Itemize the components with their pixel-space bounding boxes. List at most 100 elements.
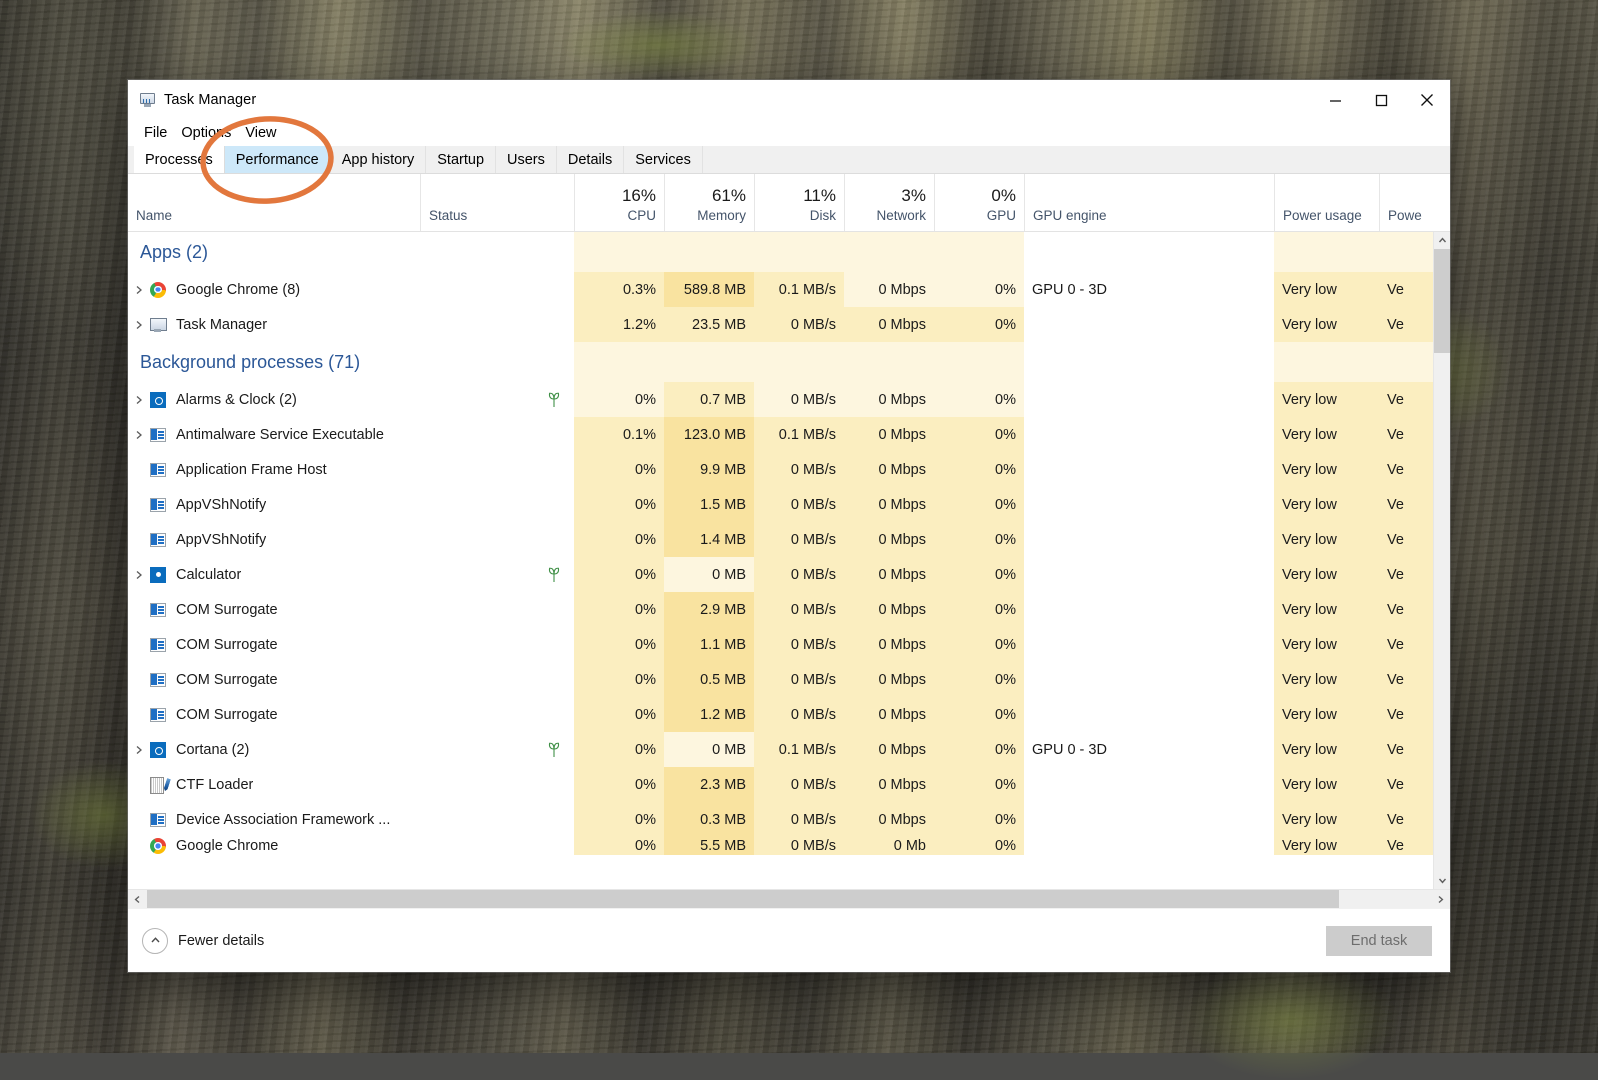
expand-chevron-icon[interactable] <box>128 395 150 405</box>
column-header-powe[interactable]: Powe <box>1379 174 1469 231</box>
process-name-cell[interactable]: Calculator <box>128 557 420 592</box>
process-power-usage-cell: Very low <box>1274 767 1379 802</box>
table-row[interactable]: Alarms & Clock (2)0%0.7 MB0 MB/s0 Mbps0%… <box>128 382 1433 417</box>
minimize-button[interactable] <box>1312 80 1358 120</box>
close-button[interactable] <box>1404 80 1450 120</box>
horizontal-scroll-thumb[interactable] <box>147 890 1339 908</box>
tab-processes[interactable]: Processes <box>134 146 225 173</box>
process-name-cell[interactable]: COM Surrogate <box>128 662 420 697</box>
table-row[interactable]: Device Association Framework ...0%0.3 MB… <box>128 802 1433 837</box>
process-name-cell[interactable]: Alarms & Clock (2) <box>128 382 420 417</box>
generic-app-icon <box>150 602 166 618</box>
process-network-cell: 0 Mbps <box>844 662 934 697</box>
column-header-disk[interactable]: 11%Disk <box>754 174 844 231</box>
column-header-network[interactable]: 3%Network <box>844 174 934 231</box>
tab-performance[interactable]: Performance <box>225 146 331 173</box>
process-memory-cell: 5.5 MB <box>664 837 754 855</box>
column-header-name[interactable]: Name <box>128 174 420 231</box>
process-memory-cell: 1.2 MB <box>664 697 754 732</box>
process-name-cell[interactable]: Antimalware Service Executable <box>128 417 420 452</box>
process-name-cell[interactable]: COM Surrogate <box>128 627 420 662</box>
process-name-label: Task Manager <box>176 317 267 333</box>
table-row[interactable]: CTF Loader0%2.3 MB0 MB/s0 Mbps0%Very low… <box>128 767 1433 802</box>
menu-options[interactable]: Options <box>175 123 237 143</box>
expand-chevron-icon[interactable] <box>128 430 150 440</box>
column-header-status[interactable]: Status <box>420 174 574 231</box>
process-name-label: Antimalware Service Executable <box>176 427 384 443</box>
process-name-cell[interactable]: CTF Loader <box>128 767 420 802</box>
process-gpu-engine-cell <box>1024 307 1274 342</box>
process-name-cell[interactable]: Application Frame Host <box>128 452 420 487</box>
column-header-gpu-engine[interactable]: GPU engine <box>1024 174 1274 231</box>
column-header-gpu[interactable]: 0%GPU <box>934 174 1024 231</box>
process-name-cell[interactable]: Device Association Framework ... <box>128 802 420 837</box>
process-name-cell[interactable]: Google Chrome (8) <box>128 272 420 307</box>
vertical-scroll-track[interactable] <box>1434 249 1450 872</box>
column-header-power-usage[interactable]: Power usage <box>1274 174 1379 231</box>
tab-app-history[interactable]: App history <box>331 146 427 173</box>
scroll-left-icon[interactable] <box>128 890 147 908</box>
process-name-cell[interactable]: AppVShNotify <box>128 487 420 522</box>
group-title: Background processes (71) <box>128 342 574 382</box>
process-cpu-cell: 0% <box>574 732 664 767</box>
tab-details[interactable]: Details <box>557 146 624 173</box>
table-row[interactable]: Application Frame Host0%9.9 MB0 MB/s0 Mb… <box>128 452 1433 487</box>
process-name-cell[interactable]: COM Surrogate <box>128 592 420 627</box>
process-name-label: COM Surrogate <box>176 672 278 688</box>
expand-chevron-icon[interactable] <box>128 320 150 330</box>
column-header-cpu[interactable]: 16%CPU <box>574 174 664 231</box>
horizontal-scroll-track[interactable] <box>147 890 1431 908</box>
table-row[interactable]: Calculator0%0 MB0 MB/s0 Mbps0%Very lowVe <box>128 557 1433 592</box>
vertical-scroll-thumb[interactable] <box>1434 249 1450 353</box>
process-name-cell[interactable]: Task Manager <box>128 307 420 342</box>
scroll-up-icon[interactable] <box>1434 232 1450 249</box>
process-name-cell[interactable]: Google Chrome <box>128 837 420 855</box>
table-row[interactable]: COM Surrogate0%0.5 MB0 MB/s0 Mbps0%Very … <box>128 662 1433 697</box>
process-network-cell: 0 Mbps <box>844 732 934 767</box>
process-power-trend-cell: Ve <box>1379 837 1433 855</box>
expand-chevron-icon[interactable] <box>128 285 150 295</box>
table-row[interactable]: COM Surrogate0%1.1 MB0 MB/s0 Mbps0%Very … <box>128 627 1433 662</box>
table-row[interactable]: AppVShNotify0%1.4 MB0 MB/s0 Mbps0%Very l… <box>128 522 1433 557</box>
column-label: Network <box>876 208 926 224</box>
table-row[interactable]: Google Chrome0%5.5 MB0 MB/s0 Mb0%Very lo… <box>128 837 1433 855</box>
column-header-memory[interactable]: 61%Memory <box>664 174 754 231</box>
maximize-button[interactable] <box>1358 80 1404 120</box>
expand-chevron-icon[interactable] <box>128 745 150 755</box>
table-row[interactable]: COM Surrogate0%2.9 MB0 MB/s0 Mbps0%Very … <box>128 592 1433 627</box>
process-name-cell[interactable]: COM Surrogate <box>128 697 420 732</box>
process-name-cell[interactable]: AppVShNotify <box>128 522 420 557</box>
vertical-scrollbar[interactable] <box>1433 232 1450 889</box>
process-memory-cell: 23.5 MB <box>664 307 754 342</box>
column-label: Powe <box>1388 208 1461 224</box>
column-label: Power usage <box>1283 208 1371 224</box>
process-memory-cell: 0.7 MB <box>664 382 754 417</box>
process-name-cell[interactable]: Cortana (2) <box>128 732 420 767</box>
tab-startup[interactable]: Startup <box>426 146 496 173</box>
menu-file[interactable]: File <box>138 123 173 143</box>
process-gpu-engine-cell <box>1024 417 1274 452</box>
table-row[interactable]: COM Surrogate0%1.2 MB0 MB/s0 Mbps0%Very … <box>128 697 1433 732</box>
horizontal-scrollbar[interactable] <box>128 889 1450 908</box>
fewer-details-button[interactable]: Fewer details <box>142 928 264 954</box>
end-task-button[interactable]: End task <box>1326 926 1432 956</box>
process-disk-cell: 0 MB/s <box>754 452 844 487</box>
process-status-cell <box>420 697 574 732</box>
table-row[interactable]: Task Manager1.2%23.5 MB0 MB/s0 Mbps0%Ver… <box>128 307 1433 342</box>
fewer-details-label: Fewer details <box>178 933 264 949</box>
scroll-right-icon[interactable] <box>1431 890 1450 908</box>
process-memory-cell: 1.5 MB <box>664 487 754 522</box>
table-row[interactable]: Antimalware Service Executable0.1%123.0 … <box>128 417 1433 452</box>
column-label: Memory <box>697 208 746 224</box>
table-row[interactable]: AppVShNotify0%1.5 MB0 MB/s0 Mbps0%Very l… <box>128 487 1433 522</box>
tab-users[interactable]: Users <box>496 146 557 173</box>
table-row[interactable]: Google Chrome (8)0.3%589.8 MB0.1 MB/s0 M… <box>128 272 1433 307</box>
table-row[interactable]: Cortana (2)0%0 MB0.1 MB/s0 Mbps0%GPU 0 -… <box>128 732 1433 767</box>
tab-services[interactable]: Services <box>624 146 703 173</box>
group-power-cell <box>1274 232 1379 272</box>
scroll-down-icon[interactable] <box>1434 872 1450 889</box>
process-disk-cell: 0 MB/s <box>754 522 844 557</box>
calculator-icon <box>150 567 166 583</box>
menu-view[interactable]: View <box>239 123 282 143</box>
expand-chevron-icon[interactable] <box>128 570 150 580</box>
